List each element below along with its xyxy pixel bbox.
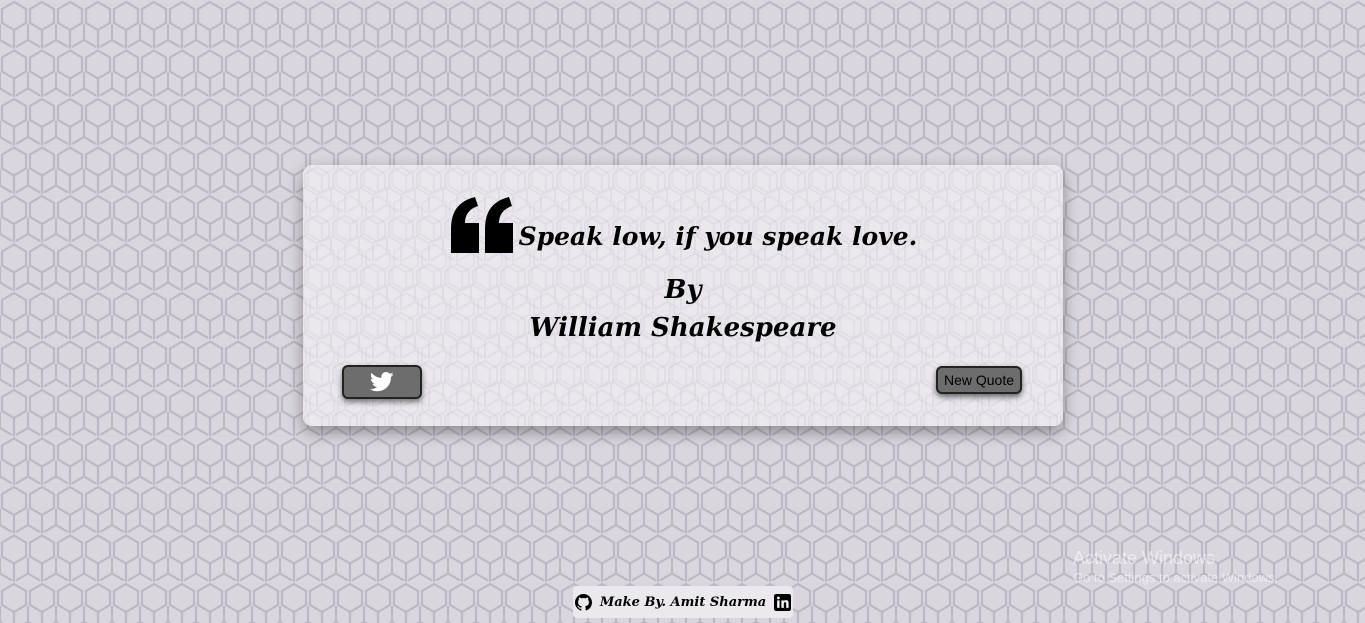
footer: Make By. Amit Sharma xyxy=(573,586,793,618)
linkedin-icon[interactable] xyxy=(774,593,792,611)
by-label: By xyxy=(664,275,702,305)
watermark-title: Activate Windows xyxy=(1073,548,1216,568)
github-icon[interactable] xyxy=(574,593,592,611)
twitter-bird-icon xyxy=(370,372,394,392)
footer-credit: Make By. Amit Sharma xyxy=(599,594,767,610)
watermark-subtitle: Go to Settings to activate Windows. xyxy=(1073,570,1279,585)
left-double-quote-icon xyxy=(450,197,513,253)
quote-text: Speak low, if you speak love. xyxy=(518,222,918,251)
quote-row: Speak low, if you speak love. xyxy=(303,187,1063,257)
author-block: By William Shakespeare xyxy=(303,271,1063,347)
activate-windows-watermark: Activate Windows Go to Settings to activ… xyxy=(1073,547,1278,587)
tweet-button[interactable] xyxy=(342,365,422,399)
author-name: William Shakespeare xyxy=(529,313,837,343)
new-quote-button[interactable]: New Quote xyxy=(936,366,1022,394)
quote-card: Speak low, if you speak love. By William… xyxy=(303,165,1063,426)
